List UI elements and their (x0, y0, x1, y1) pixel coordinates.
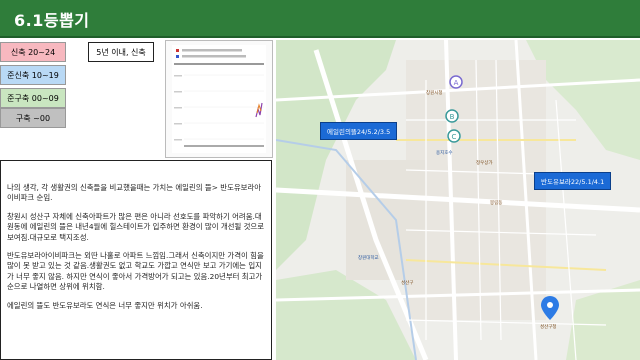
y-axis-ticks (174, 75, 182, 141)
marker-b-letter: B (450, 113, 455, 121)
marker-c-letter: C (452, 133, 457, 141)
place-label: 성산구청 (540, 325, 557, 330)
place-label: 용지호수 (436, 151, 453, 156)
paragraph: 반도유보라아이비파크는 외딴 나홀로 아파트 느낌임.그래서 신축이지만 가격이… (7, 251, 264, 292)
place-label: 창원대학교 (358, 256, 379, 261)
map-view[interactable]: A B C 창원시청 성산구 성산구청 창원대학교 정우상가 봉림동 용지호수 … (276, 40, 640, 360)
chart-panel (172, 45, 266, 153)
header-bar: 6.1등뽑기 (0, 0, 640, 38)
paragraph: 에일린의 뜰도 반도유보라도 연식은 너무 좋지만 위치가 아쉬움. (7, 300, 203, 310)
legend-old: 구축 ~00 (0, 108, 66, 128)
chart-graphic (174, 49, 264, 147)
chart-toolbar (174, 63, 264, 65)
legend-swatch-2 (176, 55, 179, 58)
marker-a-letter: A (454, 79, 459, 87)
x-axis-labels (184, 145, 264, 147)
place-label: 정우상가 (476, 161, 493, 166)
page-title: 6.1등뽑기 (14, 11, 90, 30)
place-label: 성산구 (401, 281, 414, 286)
map-label-ailin[interactable]: 에일린의뜰24/5.2/3.5 (320, 122, 398, 140)
legend-semi-new: 준신축 10~19 (0, 65, 66, 85)
map-graphic: A B C (276, 40, 640, 360)
legend-text-2 (182, 55, 246, 58)
legend-new: 신축 20~24 (0, 42, 66, 62)
place-label: 봉림동 (490, 201, 503, 206)
legend-swatch-1 (176, 49, 179, 52)
paragraph: 창원시 성산구 자체에 신축아파트가 많은 편은 아니라 선호도를 파악하기 어… (7, 211, 265, 242)
legend-text-1 (182, 49, 242, 52)
gridlines (184, 74, 264, 140)
legend-semi-old: 준구축 00~09 (0, 88, 66, 108)
place-label: 창원시청 (426, 91, 443, 96)
price-chart-thumbnail (165, 40, 273, 158)
analysis-text: 나의 생각, 각 생활권의 신축들을 비교했을때는 가치는 에일린의 뜰> 반도… (0, 160, 272, 360)
map-label-bando[interactable]: 반도유보라22/5.1/4.1 (534, 172, 612, 190)
paragraph: 나의 생각, 각 생활권의 신축들을 비교했을때는 가치는 에일린의 뜰> 반도… (7, 183, 262, 203)
filter-label: 5년 이내, 신축 (88, 42, 154, 62)
